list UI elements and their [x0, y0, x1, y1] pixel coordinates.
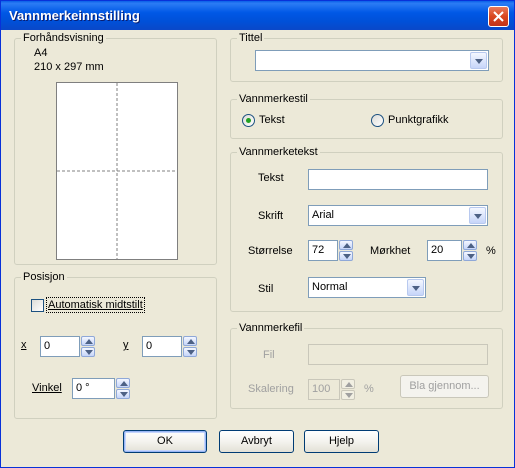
browse-button[interactable]: Bla gjennom...	[400, 375, 489, 398]
text-radio[interactable]	[242, 114, 255, 127]
scale-spin-down[interactable]	[341, 390, 355, 400]
paper-dimensions-label: 210 x 297 mm	[34, 61, 104, 73]
preview-group-label: Forhåndsvisning	[21, 32, 106, 44]
close-button[interactable]	[488, 6, 509, 27]
bitmap-radio-label[interactable]: Punktgrafikk	[388, 114, 449, 126]
watermark-text-group-label: Vannmerketekst	[237, 146, 320, 158]
ok-button[interactable]: OK	[123, 430, 207, 453]
chevron-down-icon	[474, 214, 482, 219]
darkness-spinner[interactable]	[463, 240, 477, 261]
paper-size-label: A4	[34, 47, 48, 59]
angle-input[interactable]: 0 °	[72, 378, 115, 399]
spin-down-icon	[187, 350, 195, 355]
style-combo-arrow[interactable]	[407, 279, 424, 296]
x-input[interactable]: 0	[40, 336, 80, 357]
scale-label: Skalering	[248, 383, 294, 395]
spin-down-icon	[85, 350, 93, 355]
scale-unit: %	[364, 383, 374, 395]
size-label: Størrelse	[248, 245, 293, 257]
scale-spinner[interactable]	[341, 379, 355, 400]
spin-up-icon	[187, 339, 195, 344]
angle-spinner[interactable]	[116, 378, 130, 399]
x-spin-up[interactable]	[81, 336, 95, 346]
preview-page	[56, 82, 178, 260]
x-spinner[interactable]	[81, 336, 95, 357]
size-input[interactable]: 72	[308, 240, 338, 261]
spin-down-icon	[343, 254, 351, 259]
help-button[interactable]: Hjelp	[304, 430, 379, 453]
title-group-label: Tittel	[237, 32, 265, 44]
spin-down-icon	[120, 392, 128, 397]
watermark-style-group-label: Vannmerkestil	[237, 93, 310, 105]
y-spin-down[interactable]	[183, 347, 197, 357]
spin-up-icon	[467, 243, 475, 248]
spin-up-icon	[85, 339, 93, 344]
x-spin-down[interactable]	[81, 347, 95, 357]
darkness-spin-down[interactable]	[463, 251, 477, 261]
size-spin-up[interactable]	[339, 240, 353, 250]
position-group-label: Posisjon	[21, 271, 67, 283]
font-combo[interactable]: Arial	[308, 205, 488, 226]
y-spin-up[interactable]	[183, 336, 197, 346]
size-spin-down[interactable]	[339, 251, 353, 261]
font-combo-arrow[interactable]	[469, 207, 486, 224]
chevron-down-icon	[412, 286, 420, 291]
angle-spin-down[interactable]	[116, 389, 130, 399]
text-radio-label[interactable]: Tekst	[259, 114, 285, 126]
text-label: Tekst	[258, 172, 284, 184]
size-spinner[interactable]	[339, 240, 353, 261]
title-combo-arrow[interactable]	[470, 52, 487, 69]
watermark-file-group-label: Vannmerkefil	[237, 322, 305, 334]
window-title: Vannmerkeinnstilling	[9, 8, 140, 23]
y-label: y	[123, 339, 129, 351]
title-combo[interactable]	[255, 50, 489, 71]
style-label: Stil	[258, 283, 274, 295]
darkness-unit: %	[486, 245, 496, 257]
spin-up-icon	[345, 382, 353, 387]
spin-up-icon	[343, 243, 351, 248]
font-label: Skrift	[258, 210, 284, 222]
auto-center-label[interactable]: Automatisk midtstilt	[46, 297, 145, 313]
file-input[interactable]	[308, 344, 488, 365]
auto-center-checkbox[interactable]	[31, 299, 44, 312]
darkness-spin-up[interactable]	[463, 240, 477, 250]
angle-spin-up[interactable]	[116, 378, 130, 388]
cancel-button[interactable]: Avbryt	[219, 430, 294, 453]
close-icon	[493, 11, 504, 22]
spin-down-icon	[345, 393, 353, 398]
y-spinner[interactable]	[183, 336, 197, 357]
darkness-label: Mørkhet	[370, 245, 411, 257]
angle-label: Vinkel	[32, 382, 62, 394]
darkness-input[interactable]: 20	[427, 240, 462, 261]
scale-spin-up[interactable]	[341, 379, 355, 389]
watermark-settings-dialog: Vannmerkeinnstilling Forhåndsvisning A4 …	[0, 0, 515, 468]
chevron-down-icon	[475, 59, 483, 64]
y-input[interactable]: 0	[142, 336, 182, 357]
spin-down-icon	[467, 254, 475, 259]
file-label: Fil	[263, 349, 275, 361]
scale-input[interactable]: 100	[308, 379, 340, 400]
preview-crosshair	[57, 83, 177, 259]
bitmap-radio[interactable]	[371, 114, 384, 127]
text-input[interactable]	[308, 169, 488, 190]
spin-up-icon	[120, 381, 128, 386]
x-label: x	[21, 339, 27, 351]
title-bar[interactable]: Vannmerkeinnstilling	[1, 1, 514, 30]
style-combo[interactable]: Normal	[308, 277, 426, 298]
